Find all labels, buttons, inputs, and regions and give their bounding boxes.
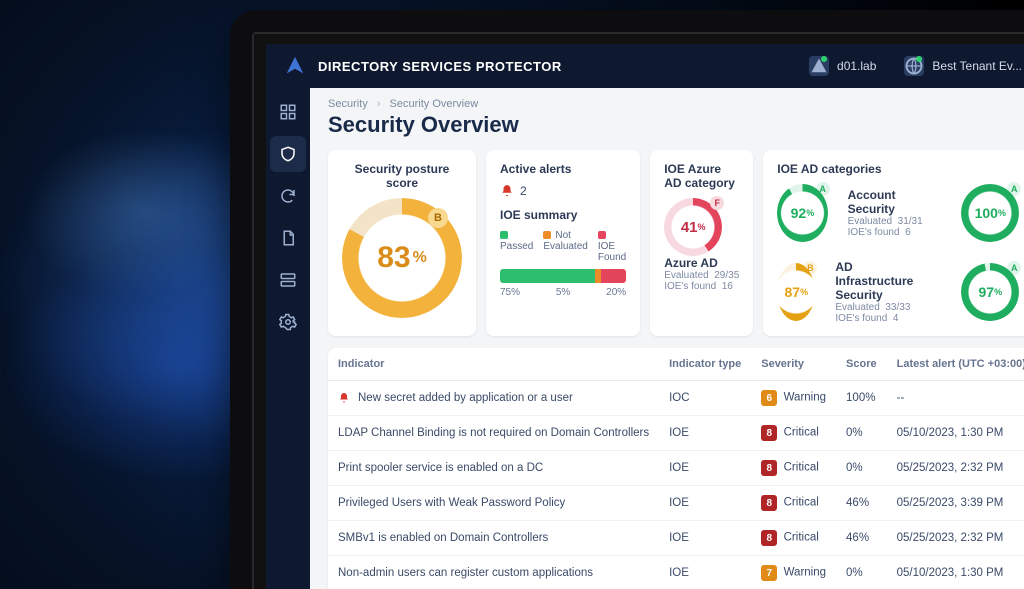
alerts-count: 2 <box>520 184 527 198</box>
ad-category-item[interactable]: A 92% Account Security Evaluated 31/31 I… <box>777 184 933 242</box>
indicator-type: IOC <box>659 381 751 416</box>
latest-alert-cell: 05/25/2023, 2:32 PM <box>887 451 1024 486</box>
indicator-name: SMBv1 is enabled on Domain Controllers <box>338 532 548 544</box>
indicator-type: IOE <box>659 556 751 589</box>
category-name: Account Security <box>848 188 934 216</box>
chevron-right-icon: › <box>377 98 381 110</box>
table-row[interactable]: Non-admin users can register custom appl… <box>328 556 1024 589</box>
topbar: DIRECTORY SERVICES PROTECTOR d01.lab Bes… <box>266 44 1024 88</box>
score-cell: 0% <box>836 451 887 486</box>
azure-ring: F 41% <box>664 198 722 256</box>
card-posture: Security posture score B 83% <box>328 150 476 336</box>
bell-icon <box>500 184 514 198</box>
indicator-type: IOE <box>659 451 751 486</box>
severity-text: Critical <box>784 462 819 474</box>
severity-text: Critical <box>784 497 819 509</box>
category-ring: A 92% <box>777 184 827 242</box>
table-row[interactable]: Print spooler service is enabled on a DC… <box>328 451 1024 486</box>
indicator-name: Print spooler service is enabled on a DC <box>338 462 543 474</box>
indicator-name: LDAP Channel Binding is not required on … <box>338 427 649 439</box>
column-header[interactable]: Score <box>836 348 887 381</box>
app-logo-icon <box>284 55 306 77</box>
table-row[interactable]: SMBv1 is enabled on Domain Controllers I… <box>328 521 1024 556</box>
ioe-bar <box>500 269 626 283</box>
column-header[interactable]: Indicator <box>328 348 659 381</box>
ad-category-item[interactable]: A 97% Kerb Evaluated IOE <box>961 260 1024 324</box>
ad-category-item[interactable]: B 87% AD Infrastructure Security Evaluat… <box>777 260 933 324</box>
indicator-name: New secret added by application or a use… <box>358 392 573 404</box>
sidebar-item-refresh[interactable] <box>270 178 306 214</box>
indicator-type: IOE <box>659 521 751 556</box>
crumb-root[interactable]: Security <box>328 98 368 110</box>
posture-ring: B 83% <box>342 198 462 318</box>
column-header[interactable]: Indicator type <box>659 348 751 381</box>
score-cell: 46% <box>836 521 887 556</box>
posture-score: 83 <box>377 241 410 275</box>
sidebar-item-settings[interactable] <box>270 304 306 340</box>
ad-category-item[interactable]: A 100% Gro Evaluated Eval <box>961 184 1024 242</box>
posture-title: Security posture score <box>342 162 462 190</box>
indicator-type: IOE <box>659 486 751 521</box>
latest-alert-cell: 05/25/2023, 2:32 PM <box>887 521 1024 556</box>
adcats-title: IOE AD categories <box>777 162 1024 176</box>
column-header[interactable]: Latest alert (UTC +03:00) <box>887 348 1024 381</box>
indicators-table: IndicatorIndicator typeSeverityScoreLate… <box>328 348 1024 589</box>
severity-text: Warning <box>784 567 826 579</box>
category-name: AD Infrastructure Security <box>835 260 933 302</box>
org-name: d01.lab <box>837 59 876 73</box>
indicator-name: Non-admin users can register custom appl… <box>338 567 593 579</box>
table-row[interactable]: Privileged Users with Weak Password Poli… <box>328 486 1024 521</box>
score-cell: 0% <box>836 556 887 589</box>
alerts-title: Active alerts <box>500 162 626 176</box>
severity-text: Critical <box>784 427 819 439</box>
sidebar-item-security[interactable] <box>270 136 306 172</box>
column-header[interactable]: Severity <box>751 348 836 381</box>
table-row[interactable]: New secret added by application or a use… <box>328 381 1024 416</box>
latest-alert-cell: 05/25/2023, 3:39 PM <box>887 486 1024 521</box>
latest-alert-cell: 05/10/2023, 1:30 PM <box>887 416 1024 451</box>
bell-icon <box>338 392 350 404</box>
azure-title: IOE Azure AD category <box>664 162 739 190</box>
org-switch-d01[interactable]: d01.lab <box>801 52 884 80</box>
sidebar-item-reports[interactable] <box>270 220 306 256</box>
latest-alert-cell: 05/10/2023, 1:30 PM <box>887 556 1024 589</box>
score-cell: 46% <box>836 486 887 521</box>
category-ring: B 87% <box>777 263 815 321</box>
score-cell: 100% <box>836 381 887 416</box>
indicator-type: IOE <box>659 416 751 451</box>
category-ring: A 97% <box>961 263 1019 321</box>
ioe-legend: Passed Not Evaluated IOE Found <box>500 230 626 263</box>
app-brand: DIRECTORY SERVICES PROTECTOR <box>318 59 562 74</box>
page-title: Security Overview <box>310 110 1024 150</box>
latest-alert-cell: -- <box>887 381 1024 416</box>
severity-badge: 8 <box>761 495 777 511</box>
severity-badge: 8 <box>761 425 777 441</box>
card-alerts: Active alerts 2 IOE summary Passed Not E… <box>486 150 640 336</box>
crumb-current: Security Overview <box>390 98 479 110</box>
severity-text: Critical <box>784 532 819 544</box>
severity-badge: 8 <box>761 530 777 546</box>
severity-text: Warning <box>784 392 826 404</box>
org-switch-tenant[interactable]: Best Tenant Ev... <box>896 52 1024 80</box>
severity-badge: 8 <box>761 460 777 476</box>
indicator-name: Privileged Users with Weak Password Poli… <box>338 497 565 509</box>
score-cell: 0% <box>836 416 887 451</box>
card-azure: IOE Azure AD category F 41% Azure AD Eva… <box>650 150 753 336</box>
severity-badge: 6 <box>761 390 777 406</box>
breadcrumb: Security › Security Overview <box>310 88 1024 110</box>
ioe-summary-title: IOE summary <box>500 208 626 222</box>
category-ring: A 100% <box>961 184 1019 242</box>
content: Security › Security Overview Security Ov… <box>310 88 1024 589</box>
sidebar-item-dashboard[interactable] <box>270 94 306 130</box>
sidebar-item-servers[interactable] <box>270 262 306 298</box>
tenant-name: Best Tenant Ev... <box>932 59 1022 73</box>
sidebar <box>266 88 310 589</box>
card-ad-categories: IOE AD categories A 92% Account Security… <box>763 150 1024 336</box>
severity-badge: 7 <box>761 565 777 581</box>
table-row[interactable]: LDAP Channel Binding is not required on … <box>328 416 1024 451</box>
